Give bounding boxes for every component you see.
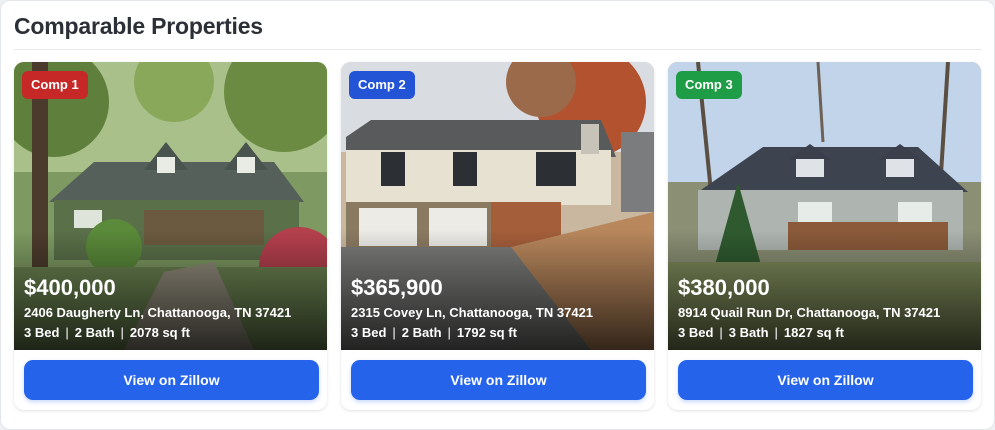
comp-cards: Comp 1 $400,000 2406 Daugherty Ln, Chatt… [14, 62, 981, 410]
specs: 3 Bed | 2 Bath | 2078 sq ft [24, 325, 190, 340]
beds: 3 Bed [24, 325, 60, 340]
separator: | [65, 325, 69, 340]
price: $380,000 [678, 275, 770, 300]
separator: | [447, 325, 451, 340]
beds: 3 Bed [351, 325, 387, 340]
baths: 2 Bath [401, 325, 442, 340]
separator: | [719, 325, 723, 340]
property-photo[interactable]: Comp 3 $380,000 8914 Quail Run Dr, Chatt… [668, 62, 981, 350]
baths: 2 Bath [74, 325, 115, 340]
comp-badge: Comp 1 [22, 71, 88, 99]
specs: 3 Bed | 3 Bath | 1827 sq ft [678, 325, 844, 340]
separator: | [392, 325, 396, 340]
view-on-zillow-button[interactable]: View on Zillow [678, 360, 973, 400]
comp-badge: Comp 3 [676, 71, 742, 99]
comp-card-2: Comp 2 $365,900 2315 Covey Ln, Chattanoo… [341, 62, 654, 410]
view-on-zillow-button[interactable]: View on Zillow [24, 360, 319, 400]
sqft: 1792 sq ft [456, 325, 517, 340]
comp-card-1: Comp 1 $400,000 2406 Daugherty Ln, Chatt… [14, 62, 327, 410]
view-on-zillow-button[interactable]: View on Zillow [351, 360, 646, 400]
specs: 3 Bed | 2 Bath | 1792 sq ft [351, 325, 517, 340]
price: $400,000 [24, 275, 116, 300]
beds: 3 Bed [678, 325, 714, 340]
divider [14, 49, 981, 50]
address: 2315 Covey Ln, Chattanooga, TN 37421 [351, 305, 594, 320]
section-title: Comparable Properties [14, 13, 263, 39]
property-photo[interactable]: Comp 1 $400,000 2406 Daugherty Ln, Chatt… [14, 62, 327, 350]
separator: | [120, 325, 124, 340]
address: 8914 Quail Run Dr, Chattanooga, TN 37421 [678, 305, 941, 320]
price: $365,900 [351, 275, 443, 300]
comp-badge: Comp 2 [349, 71, 415, 99]
property-photo[interactable]: Comp 2 $365,900 2315 Covey Ln, Chattanoo… [341, 62, 654, 350]
address: 2406 Daugherty Ln, Chattanooga, TN 37421 [24, 305, 292, 320]
sqft: 2078 sq ft [129, 325, 190, 340]
comp-card-3: Comp 3 $380,000 8914 Quail Run Dr, Chatt… [668, 62, 981, 410]
sqft: 1827 sq ft [783, 325, 844, 340]
comparable-properties-panel: Comparable Properties Comp 1 $400,000 24… [0, 0, 995, 430]
baths: 3 Bath [728, 325, 769, 340]
separator: | [774, 325, 778, 340]
